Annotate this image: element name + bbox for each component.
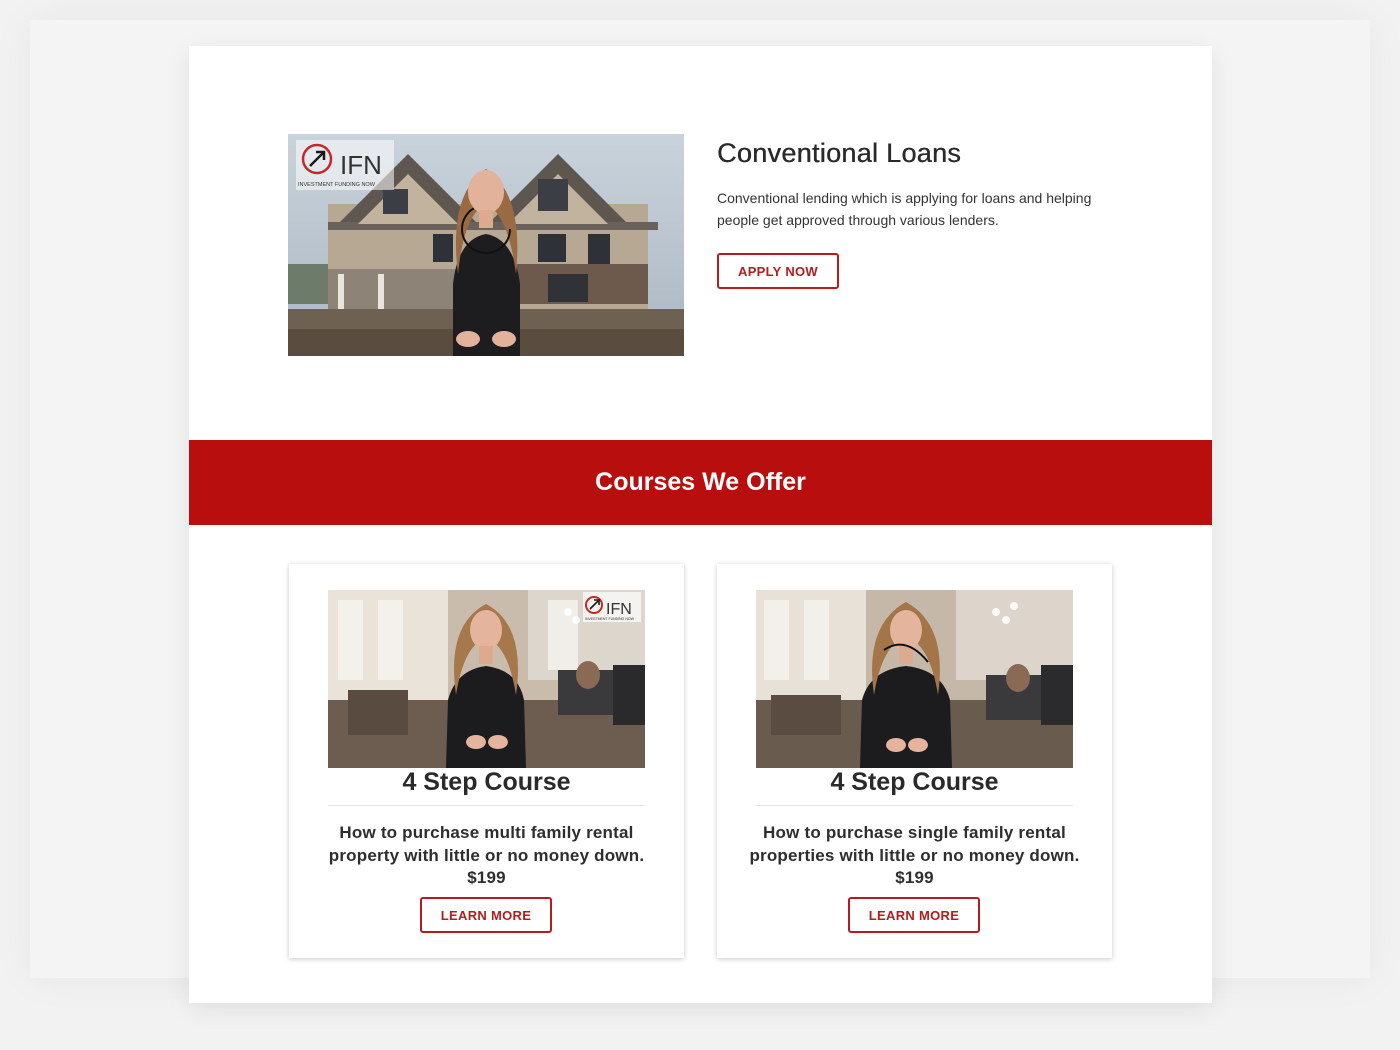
course-video-image: IFN INVESTMENT FUNDING NOW [328, 590, 645, 768]
course-video-thumbnail[interactable]: IFN INVESTMENT FUNDING NOW [328, 590, 645, 768]
page-container: IFN INVESTMENT FUNDING NOW Conventional … [189, 46, 1212, 1003]
hero-content: Conventional Loans Conventional lending … [717, 138, 1117, 289]
hero-logo-text: IFN [340, 150, 382, 180]
course-description: How to purchase single family rental pro… [749, 823, 1080, 887]
course-title: 4 Step Course [402, 768, 571, 796]
learn-more-button[interactable]: LEARN MORE [848, 897, 980, 933]
apply-now-button[interactable]: APPLY NOW [717, 253, 839, 289]
course-logo-text: IFN [606, 601, 632, 618]
hero-video-thumbnail[interactable]: IFN INVESTMENT FUNDING NOW [288, 134, 684, 356]
course-description: How to purchase multi family rental prop… [328, 823, 645, 887]
hero-description: Conventional lending which is applying f… [717, 190, 1092, 228]
course-video-thumbnail[interactable] [756, 590, 1073, 768]
courses-banner-title: Courses We Offer [595, 468, 806, 496]
course-video-image [756, 590, 1073, 768]
course-logo-subtext: INVESTMENT FUNDING NOW [585, 617, 635, 621]
hero-logo-subtext: INVESTMENT FUNDING NOW [298, 182, 376, 188]
divider [756, 805, 1073, 806]
divider [328, 805, 645, 806]
learn-more-button[interactable]: LEARN MORE [420, 897, 552, 933]
courses-banner: Courses We Offer [189, 440, 1212, 525]
course-card: IFN INVESTMENT FUNDING NOW 4 Step Course… [289, 564, 684, 958]
course-card: 4 Step Course How to purchase single fam… [717, 564, 1112, 958]
course-title: 4 Step Course [830, 768, 999, 796]
hero-video-image: IFN INVESTMENT FUNDING NOW [288, 134, 684, 356]
hero-title: Conventional Loans [717, 138, 962, 168]
